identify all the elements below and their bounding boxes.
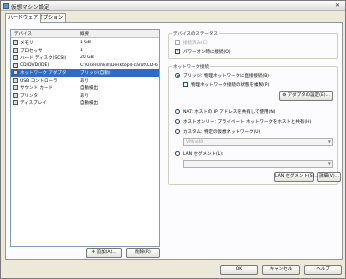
device-row-display[interactable]: ディスプレイ 自動検出 (11, 99, 159, 107)
device-summary: 1 GB (80, 40, 91, 45)
device-name: ディスプレイ (20, 101, 47, 106)
hardware-panel: デバイス 概要 メモリ 1 GB プロセッサ 1 ハード ディスク(SCSI) … (5, 22, 343, 260)
help-button[interactable]: ヘルプ (304, 265, 342, 275)
display-icon (13, 100, 18, 105)
bridged-radio[interactable] (175, 73, 180, 78)
power-on-connect-checkbox[interactable] (175, 48, 180, 54)
device-status-group: デバイスのステータス 接続済み(C) パワーオン時に接続(O) (168, 31, 338, 59)
device-summary: 自動検出 (80, 86, 98, 91)
device-list-header: デバイス 概要 (11, 30, 159, 38)
remove-device-button[interactable]: 削除(R) (126, 248, 160, 258)
device-row-processor[interactable]: プロセッサ 1 (11, 47, 159, 55)
lan-segment-radio[interactable] (175, 151, 180, 156)
host-only-radio[interactable] (175, 119, 180, 124)
chevron-down-icon: ▼ (327, 139, 331, 144)
cd-dvd-icon (13, 62, 18, 68)
device-name: ネットワーク アダプタ (20, 71, 67, 76)
lan-segment-select[interactable]: ▼ (183, 160, 333, 168)
device-list: デバイス 概要 メモリ 1 GB プロセッサ 1 ハード ディスク(SCSI) … (10, 29, 160, 247)
device-row-printer[interactable]: プリンタ あり (11, 92, 159, 100)
power-on-connect-label: パワーオン時に接続(O) (183, 50, 231, 55)
header-summary: 概要 (80, 32, 89, 37)
hard-disk-icon (13, 55, 18, 60)
usb-icon (13, 77, 18, 83)
memory-icon (13, 40, 18, 45)
network-adapter-icon (13, 70, 18, 75)
lan-segment-label: LAN セグメント(L): (183, 152, 224, 157)
device-row-network-adapter[interactable]: ネットワーク アダプタ ブリッジ(自動) (11, 69, 159, 77)
tab-hardware[interactable]: ハードウェア (5, 13, 42, 23)
nat-radio[interactable] (175, 109, 180, 114)
device-status-label: デバイスのステータス (172, 31, 219, 37)
device-summary: 20 GB (80, 55, 94, 60)
device-name: USB コントローラ (20, 78, 58, 84)
vm-icon (3, 3, 9, 9)
printer-icon (13, 92, 18, 98)
ok-button[interactable]: OK (220, 265, 258, 275)
connected-checkbox[interactable] (175, 40, 180, 45)
bridged-label: ブリッジ: 物理ネットワークに直接接続(B) (183, 74, 270, 79)
device-name: ハード ディスク(SCSI) (20, 56, 67, 61)
add-device-button[interactable]: ✚ 追加(A)... (86, 248, 122, 258)
device-row-cd-dvd[interactable]: CD/DVD(IDE) C:\Users\hkill\Desktop\Fcaro… (11, 62, 159, 70)
device-summary: あり (80, 78, 89, 84)
nat-label: NAT: ホストの IP アドレスを共有して使用(N) (183, 110, 276, 115)
device-summary: あり (80, 93, 89, 99)
network-connection-group: ネットワーク接続 ブリッジ: 物理ネットワークに直接接続(B) 物理ネットワーク… (168, 64, 338, 185)
device-summary: ブリッジ(自動) (80, 71, 111, 76)
custom-radio[interactable] (175, 129, 180, 134)
device-row-memory[interactable]: メモリ 1 GB (11, 39, 159, 47)
connected-label: 接続済み(C) (183, 41, 208, 46)
processor-icon (13, 47, 18, 53)
device-name: メモリ (20, 41, 34, 46)
device-summary: 1 (80, 47, 83, 53)
custom-vmnet-value: VMnet0 (186, 140, 204, 145)
host-only-label: ホストオンリー: プライベート ネットワークをホストと共有(H) (183, 120, 312, 125)
device-row-hard-disk[interactable]: ハード ディスク(SCSI) 20 GB (11, 54, 159, 62)
close-icon[interactable]: ✕ (333, 2, 342, 10)
vm-settings-window: 仮想マシン設定 ✕ ハードウェア オプション デバイス 概要 メモリ 1 GB … (0, 0, 346, 279)
advanced-button[interactable]: 詳細(V)... (317, 172, 341, 182)
lan-segments-button[interactable]: LAN セグメント(S)... (274, 172, 319, 182)
replicate-state-checkbox[interactable] (183, 82, 188, 87)
custom-vmnet-select[interactable]: VMnet0 ▼ (183, 138, 333, 146)
device-name: プロセッサ (20, 48, 43, 54)
device-name: CD/DVD(IDE) (20, 62, 50, 68)
replicate-state-label: 物理ネットワーク接続の状態を複製(P) (191, 83, 270, 88)
cancel-button[interactable]: キャンセル (262, 265, 300, 275)
header-device: デバイス (14, 32, 32, 37)
sound-card-icon (13, 85, 18, 90)
device-summary: C:\Users\hkill\Desktop\Fcarot\CD-6.6.6.s… (80, 62, 158, 68)
adapter-settings-label: アダプタの設定(E)... (287, 93, 330, 98)
device-name: サウンド カード (20, 86, 53, 91)
device-summary: 自動検出 (80, 101, 98, 106)
device-row-sound-card[interactable]: サウンド カード 自動検出 (11, 84, 159, 92)
chevron-down-icon: ▼ (327, 161, 331, 166)
device-name: プリンタ (20, 93, 38, 99)
title-bar: 仮想マシン設定 ✕ (1, 1, 345, 11)
device-row-usb[interactable]: USB コントローラ あり (11, 77, 159, 85)
window-title: 仮想マシン設定 (11, 5, 50, 11)
adapter-settings-button[interactable]: ⚙ アダプタの設定(E)... (279, 91, 333, 101)
add-label: 追加(A)... (96, 250, 117, 255)
custom-label: カスタム: 特定の仮想ネットワーク(U) (183, 130, 261, 135)
network-connection-label: ネットワーク接続 (172, 64, 210, 70)
